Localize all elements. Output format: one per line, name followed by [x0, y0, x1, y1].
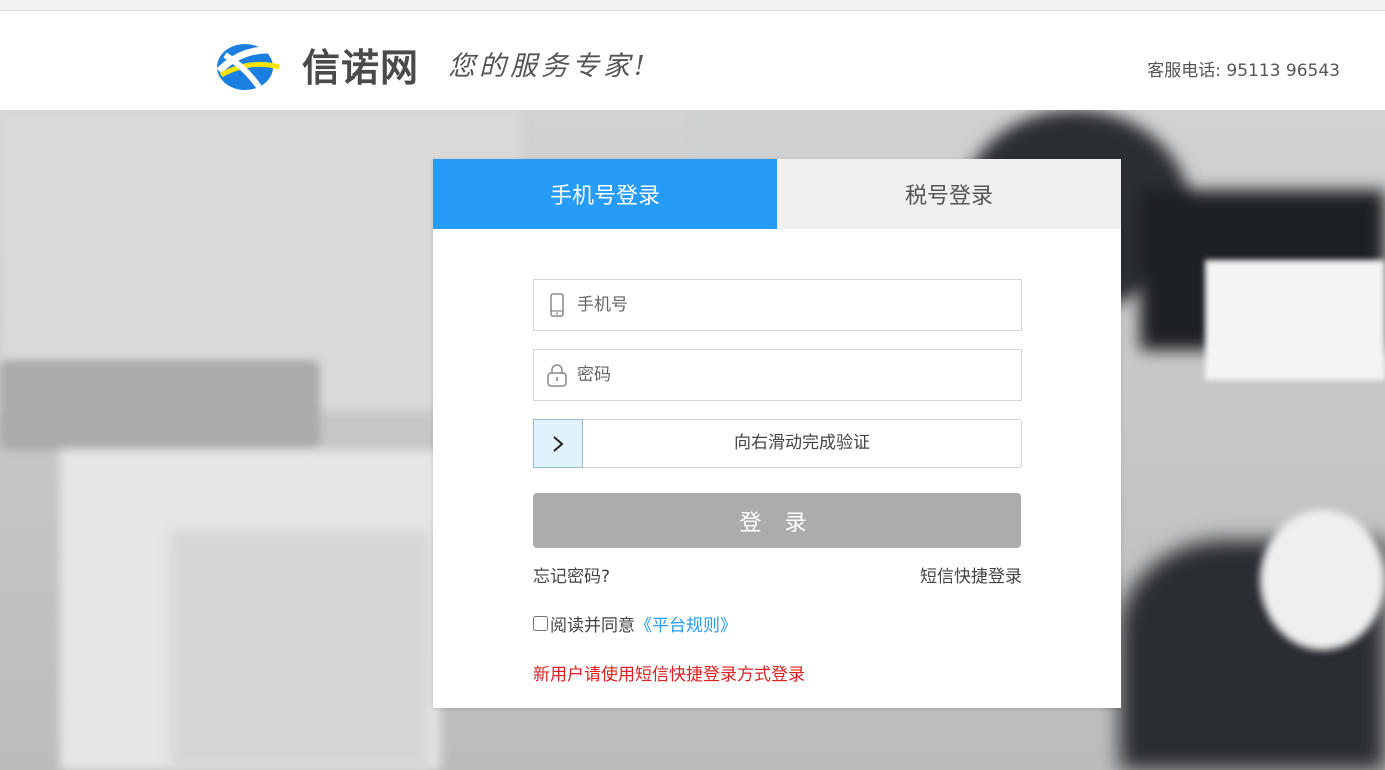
agreement-row: 阅读并同意 《平台规则》 [533, 611, 737, 636]
agree-checkbox[interactable] [533, 616, 548, 631]
login-panel: 手机号登录 税号登录 向右滑动完成验证 登 录 忘记密码? 短信快捷登录 阅读并… [433, 159, 1121, 708]
password-field[interactable] [533, 349, 1022, 401]
phone-field[interactable] [533, 279, 1022, 331]
brand-name: 信诺网 [302, 46, 420, 90]
tab-phone-login[interactable]: 手机号登录 [433, 159, 777, 229]
site-header: 信诺网 您的服务专家! 客服电话: 95113 96543 [0, 11, 1385, 110]
login-button[interactable]: 登 录 [533, 493, 1021, 548]
tab-tax-id-login[interactable]: 税号登录 [777, 159, 1121, 229]
logo-icon[interactable] [215, 37, 283, 91]
password-input[interactable] [577, 350, 1007, 400]
phone-input[interactable] [577, 280, 1007, 330]
browser-top-strip [0, 0, 1385, 11]
sms-login-link[interactable]: 短信快捷登录 [920, 562, 1022, 587]
agree-label: 阅读并同意 [550, 616, 635, 636]
slider-hint: 向右滑动完成验证 [734, 433, 870, 453]
phone-icon [550, 293, 564, 317]
service-hotline: 客服电话: 95113 96543 [1147, 61, 1340, 81]
forgot-password-link[interactable]: 忘记密码? [533, 562, 610, 587]
chevron-right-icon [553, 435, 564, 452]
platform-rules-link[interactable]: 《平台规则》 [635, 611, 737, 636]
slogan: 您的服务专家! [448, 51, 649, 82]
slider-handle[interactable] [533, 419, 583, 468]
new-user-notice: 新用户请使用短信快捷登录方式登录 [533, 665, 805, 685]
lock-icon [547, 364, 567, 387]
slide-verification[interactable]: 向右滑动完成验证 [533, 419, 1022, 468]
login-tabs: 手机号登录 税号登录 [433, 159, 1121, 229]
